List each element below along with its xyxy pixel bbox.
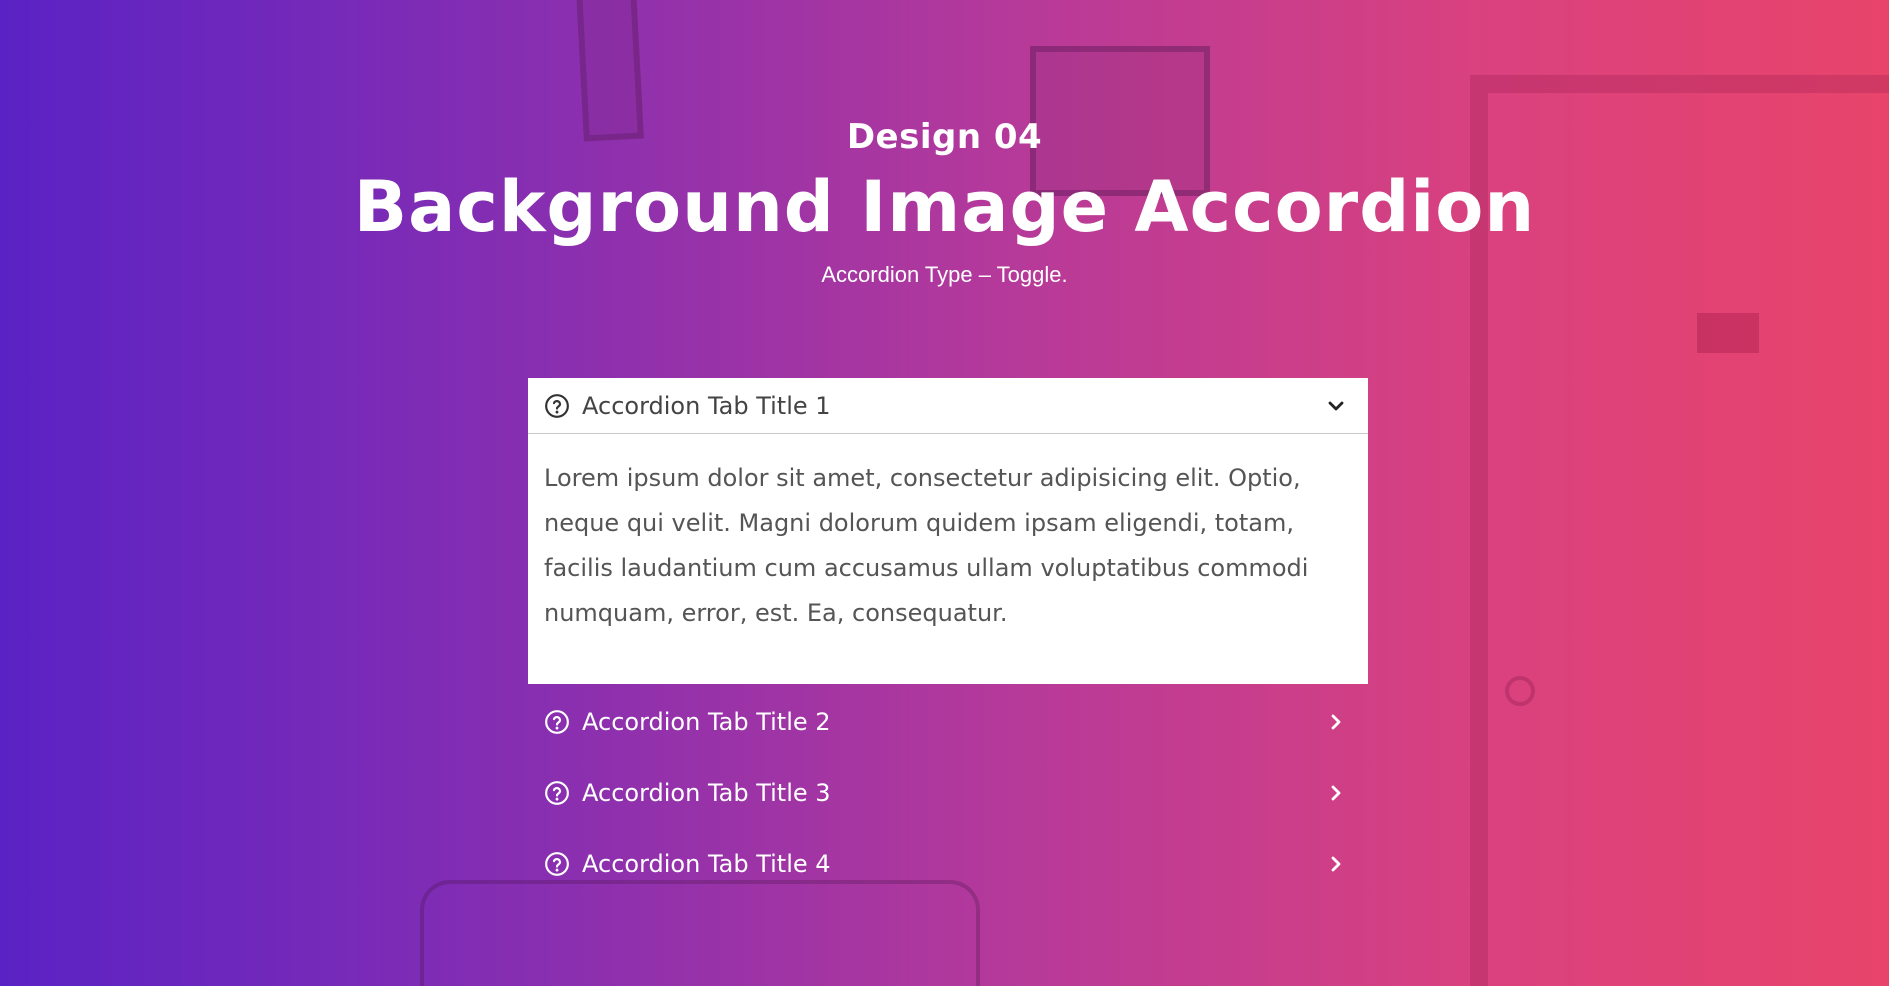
accordion-item-4: Accordion Tab Title 4 bbox=[528, 828, 1368, 899]
chevron-right-icon bbox=[1331, 714, 1341, 729]
accordion-item-2: Accordion Tab Title 2 bbox=[528, 686, 1368, 757]
page-subtitle: Accordion Type – Toggle. bbox=[821, 262, 1068, 287]
accordion-tab-1-content: Lorem ipsum dolor sit amet, consectetur … bbox=[528, 434, 1368, 684]
question-circle-icon bbox=[545, 851, 569, 876]
background-room-plate bbox=[1697, 313, 1759, 353]
accordion-item-1: Accordion Tab Title 1 Lorem ipsum dolor … bbox=[528, 378, 1368, 684]
question-circle-icon bbox=[545, 780, 569, 805]
accordion-tab-1-header[interactable]: Accordion Tab Title 1 bbox=[528, 378, 1368, 434]
accordion-tab-title: Accordion Tab Title 1 bbox=[582, 391, 831, 420]
question-circle-icon bbox=[545, 393, 569, 418]
accordion-tab-4-header[interactable]: Accordion Tab Title 4 bbox=[528, 828, 1368, 899]
background-door-knob bbox=[1505, 676, 1535, 706]
accordion-tab-title: Accordion Tab Title 2 bbox=[582, 707, 831, 736]
design-label: Design 04 bbox=[846, 117, 1043, 157]
accordion-item-3: Accordion Tab Title 3 bbox=[528, 757, 1368, 828]
chevron-right-icon bbox=[1331, 785, 1341, 800]
accordion-tab-title: Accordion Tab Title 4 bbox=[582, 849, 831, 878]
chevron-right-icon bbox=[1331, 856, 1341, 871]
page-header: Design 04 Background Image Accordion Acc… bbox=[0, 112, 1889, 290]
accordion-tab-title: Accordion Tab Title 3 bbox=[582, 778, 831, 807]
page-title: Background Image Accordion bbox=[353, 166, 1536, 248]
accordion: Accordion Tab Title 1 Lorem ipsum dolor … bbox=[528, 378, 1368, 899]
accordion-tab-3-header[interactable]: Accordion Tab Title 3 bbox=[528, 757, 1368, 828]
question-circle-icon bbox=[545, 709, 569, 734]
chevron-down-icon bbox=[1328, 401, 1344, 410]
accordion-tab-2-header[interactable]: Accordion Tab Title 2 bbox=[528, 686, 1368, 757]
